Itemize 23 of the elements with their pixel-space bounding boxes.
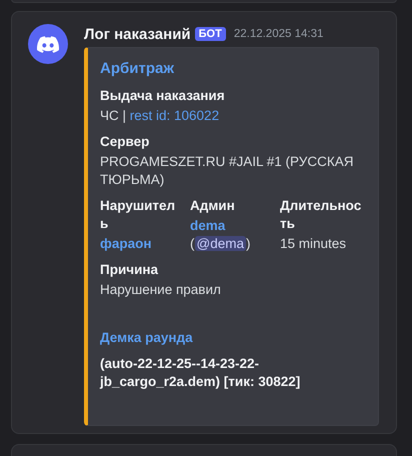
rest-id-link[interactable]: rest id: 106022 (130, 108, 220, 123)
timestamp: 22.12.2025 14:31 (234, 28, 324, 40)
field-value: ( (190, 236, 194, 251)
field-value: ЧС | (100, 108, 128, 123)
field-name: Нарушитель (100, 197, 176, 233)
embed-title[interactable]: Арбитраж (100, 60, 366, 77)
username[interactable]: Лог наказаний (84, 26, 191, 42)
bot-badge: БОТ (194, 27, 226, 41)
field-name: Админ (190, 197, 236, 215)
bot-avatar-icon[interactable] (28, 24, 68, 64)
field-name: Сервер (100, 133, 150, 151)
user-mention[interactable]: @dema (194, 236, 246, 251)
field-name: Выдача наказания (100, 87, 226, 105)
field-name[interactable]: Демка раунда (100, 329, 366, 347)
field-name: Длительность (280, 197, 362, 233)
field-value: Нарушение правил (100, 282, 221, 297)
field-value: PROGAMESZET.RU #JAIL #1 (РУССКАЯ ТЮРЬМА) (100, 154, 354, 187)
field-name: Причина (100, 261, 160, 279)
field-value: 15 minutes (280, 236, 346, 251)
user-link[interactable]: фараон (100, 236, 152, 251)
field-value: (auto-22-12-25--14-23-22-jb_cargo_r2a.dem) [тик: 30822] (100, 356, 300, 389)
field-value: ) (246, 236, 250, 251)
user-link[interactable]: dema (190, 218, 226, 233)
